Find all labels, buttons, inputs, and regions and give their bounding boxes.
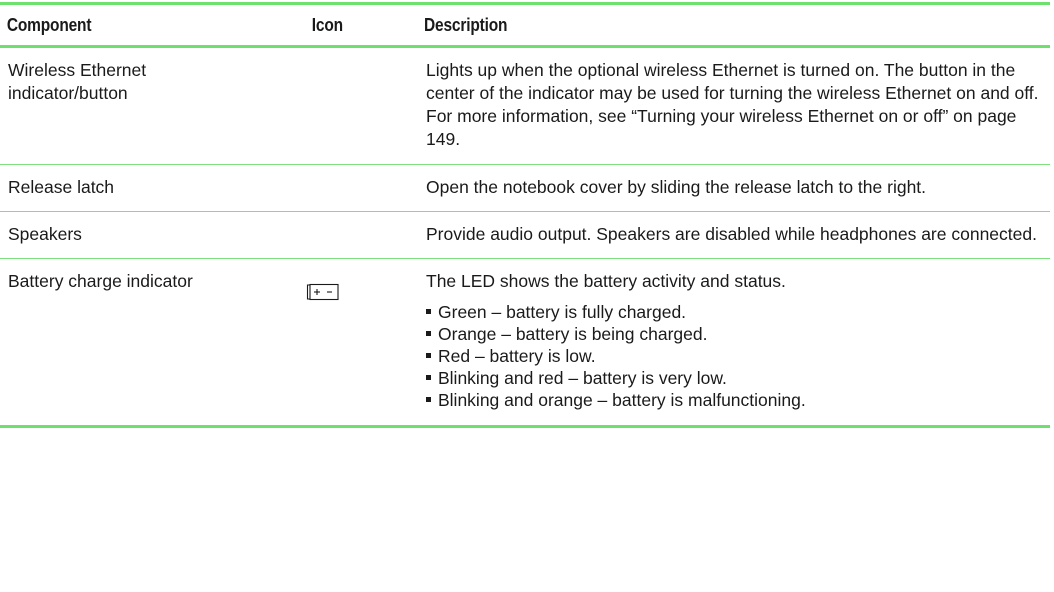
table-row: Battery charge indicator The LED shows t… [0, 259, 1050, 425]
component-description: Lights up when the optional wireless Eth… [412, 59, 1050, 151]
component-table: Component Icon Description Wireless Ethe… [0, 2, 1050, 428]
bullet-square-icon [426, 375, 431, 380]
bullet-square-icon [426, 353, 431, 358]
bullet-square-icon [426, 309, 431, 314]
description-text: Open the notebook cover by sliding the r… [426, 177, 927, 197]
bullet-square-icon [426, 397, 431, 402]
table-row: Release latch Open the notebook cover by… [0, 165, 1050, 211]
component-name: Wireless Ethernet indicator/button [8, 60, 147, 103]
description-text: The LED shows the battery activity and s… [426, 271, 786, 291]
description-text: Lights up when the optional wireless Eth… [426, 60, 1039, 149]
list-item: Blinking and orange – battery is malfunc… [426, 389, 1042, 411]
component-description: Provide audio output. Speakers are disab… [412, 223, 1050, 246]
list-item: Red – battery is low. [426, 345, 1042, 367]
table-row: Wireless Ethernet indicator/button Light… [0, 48, 1050, 164]
battery-icon [306, 282, 340, 308]
header-description: Description [424, 14, 508, 35]
status-list: Green – battery is fully charged. Orange… [426, 301, 1042, 411]
table-header-row: Component Icon Description [0, 5, 1050, 45]
header-component: Component [6, 14, 92, 35]
component-description: Open the notebook cover by sliding the r… [412, 176, 1050, 199]
list-item: Blinking and red – battery is very low. [426, 367, 1042, 389]
list-item: Orange – battery is being charged. [426, 323, 1042, 345]
component-name: Speakers [8, 224, 82, 244]
table-row: Speakers Provide audio output. Speakers … [0, 212, 1050, 258]
component-description: The LED shows the battery activity and s… [412, 270, 1050, 411]
component-name: Release latch [8, 177, 115, 197]
component-name: Battery charge indicator [8, 271, 193, 291]
icon-cell [298, 270, 412, 308]
table-bottom-rule [0, 425, 1050, 428]
list-item: Green – battery is fully charged. [426, 301, 1042, 323]
header-icon: Icon [311, 14, 343, 35]
bullet-square-icon [426, 331, 431, 336]
description-text: Provide audio output. Speakers are disab… [426, 224, 1037, 244]
